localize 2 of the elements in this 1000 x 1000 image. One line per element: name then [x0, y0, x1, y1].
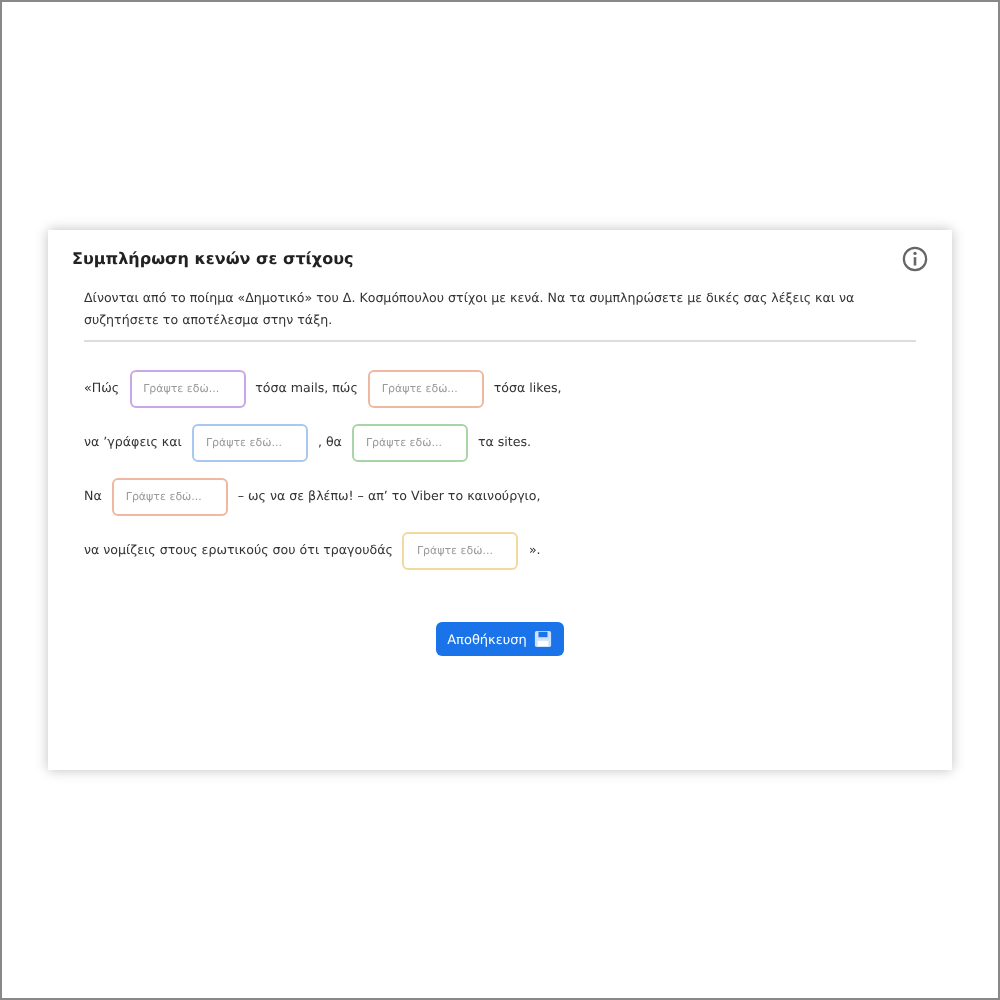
card-title: Συμπλήρωση κενών σε στίχους [72, 250, 354, 268]
info-icon[interactable] [902, 246, 928, 272]
